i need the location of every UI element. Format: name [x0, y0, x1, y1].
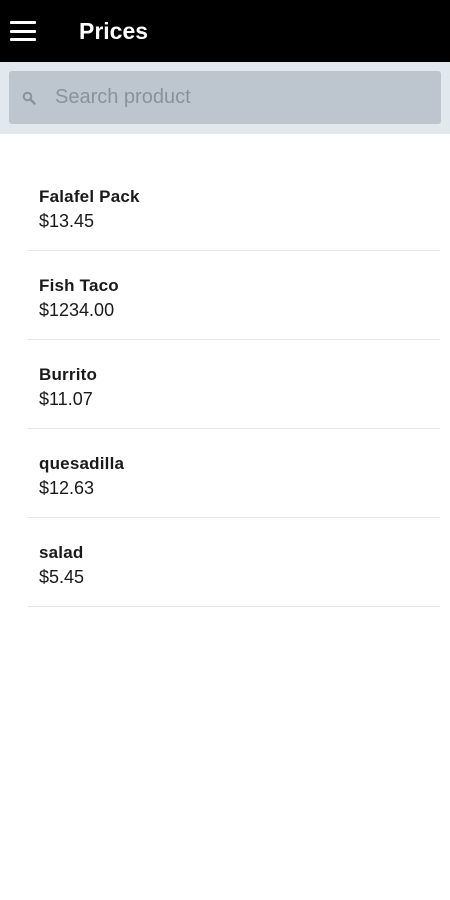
app-header: Prices	[0, 0, 450, 62]
list-item[interactable]: Burrito $11.07	[28, 340, 440, 429]
product-name: Falafel Pack	[39, 187, 140, 206]
product-price: $1234.00	[39, 300, 115, 320]
search-icon	[19, 88, 39, 108]
search-input[interactable]	[53, 85, 397, 110]
search-box[interactable]	[9, 71, 441, 124]
product-name: Fish Taco	[39, 276, 119, 295]
product-name: salad	[39, 543, 84, 562]
menu-bar	[10, 21, 36, 24]
product-price: $5.45	[39, 567, 85, 587]
list-item[interactable]: Fish Taco $1234.00	[28, 251, 440, 340]
product-price: $11.07	[39, 389, 93, 409]
product-price: $12.63	[39, 478, 95, 498]
list-item[interactable]: Falafel Pack $13.45	[28, 162, 440, 251]
product-price: $13.45	[39, 211, 95, 231]
page-title: Prices	[79, 17, 149, 44]
product-name: quesadilla	[39, 454, 125, 473]
product-name: Burrito	[39, 365, 98, 384]
menu-bar	[10, 38, 36, 41]
app-screen: Prices Falafel Pack $13.45 Fish Taco $12…	[0, 0, 450, 900]
hamburger-menu-icon[interactable]	[10, 21, 36, 41]
list-item[interactable]: quesadilla $12.63	[28, 429, 440, 518]
menu-bar	[10, 29, 36, 33]
list-item[interactable]: salad $5.45	[28, 518, 440, 607]
search-bar-container	[0, 62, 450, 134]
product-list: Falafel Pack $13.45 Fish Taco $1234.00 B…	[28, 134, 440, 607]
